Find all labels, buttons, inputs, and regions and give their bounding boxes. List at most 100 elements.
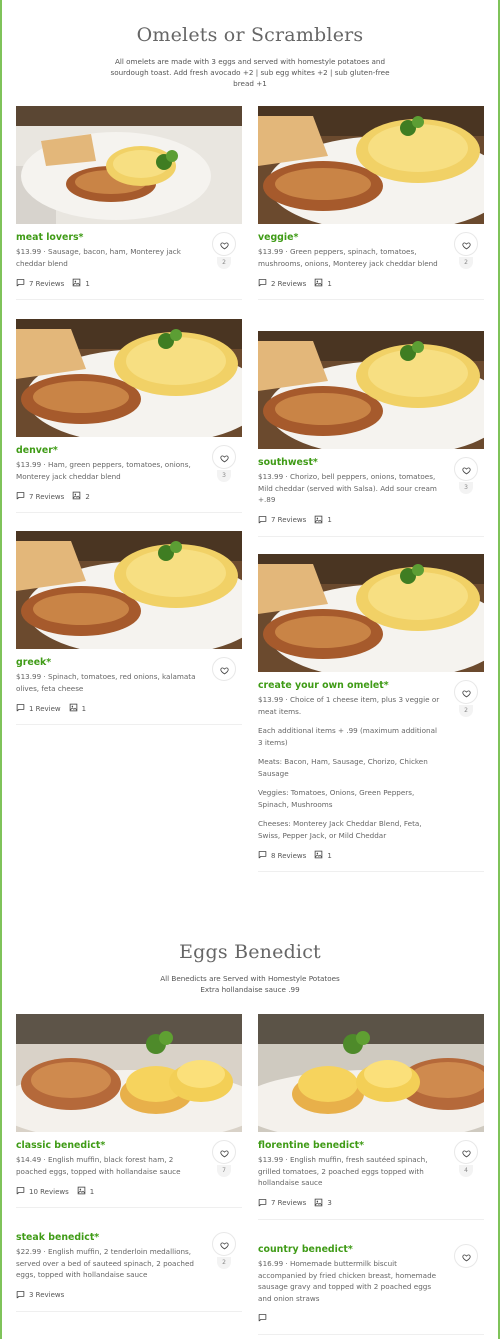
menu-item-photo[interactable]	[258, 554, 484, 672]
menu-item-photo[interactable]	[16, 1014, 242, 1132]
heart-icon	[461, 1247, 471, 1266]
reviews-link[interactable]: 7 Reviews	[16, 278, 64, 289]
photos-link[interactable]: 1	[314, 850, 332, 861]
reviews-link[interactable]: 7 Reviews	[258, 515, 306, 526]
favorite-count: 2	[217, 257, 231, 269]
heart-icon	[461, 1143, 471, 1162]
reviews-count[interactable]: 3 Reviews	[29, 1291, 64, 1299]
favorite-button[interactable]	[454, 232, 478, 256]
reviews-count[interactable]: 8 Reviews	[271, 852, 306, 860]
photos-link[interactable]: 1	[314, 515, 332, 526]
menu-item-name[interactable]: greek*	[16, 657, 242, 669]
menu-item-meta: 7 Reviews 3	[258, 1198, 484, 1220]
favorite-button[interactable]	[454, 680, 478, 704]
menu-item-name[interactable]: country benedict*	[258, 1244, 484, 1256]
menu-item-name[interactable]: steak benedict*	[16, 1232, 242, 1244]
photos-link[interactable]: 3	[314, 1198, 332, 1209]
photos-link[interactable]: 1	[314, 278, 332, 289]
menu-item-photo[interactable]	[258, 106, 484, 224]
menu-item-name[interactable]: southwest*	[258, 457, 484, 469]
image-icon	[69, 703, 78, 714]
menu-item-photo[interactable]	[16, 319, 242, 437]
favorite-button[interactable]	[212, 657, 236, 681]
menu-item-photo[interactable]	[16, 531, 242, 649]
reviews-link[interactable]: 7 Reviews	[258, 1198, 306, 1209]
reviews-count[interactable]: 7 Reviews	[271, 516, 306, 524]
favorite-button[interactable]	[212, 1232, 236, 1256]
menu-item-card[interactable]: country benedict* $16.99 · Homemade butte…	[258, 1236, 484, 1335]
menu-item-card[interactable]: southwest* $13.99 · Chorizo, bell peppers…	[258, 331, 484, 537]
menu-item-description: $22.99 · English muffin, 2 tenderloin me…	[16, 1246, 198, 1281]
reviews-link[interactable]: 10 Reviews	[16, 1186, 69, 1197]
menu-item-name[interactable]: classic benedict*	[16, 1140, 242, 1152]
photos-link[interactable]: 1	[77, 1186, 94, 1197]
reviews-link[interactable]	[258, 1313, 267, 1324]
menu-item-photo[interactable]	[258, 1014, 484, 1132]
menu-item-photo[interactable]	[16, 106, 242, 224]
photos-count[interactable]: 1	[327, 280, 331, 288]
photos-count[interactable]: 1	[82, 705, 86, 713]
heart-icon	[219, 1143, 229, 1162]
favorite-button[interactable]	[454, 1140, 478, 1164]
menu-item-name[interactable]: denver*	[16, 445, 242, 457]
reviews-count[interactable]: 7 Reviews	[271, 1199, 306, 1207]
menu-item-name[interactable]: florentine benedict*	[258, 1140, 484, 1152]
reviews-link[interactable]: 7 Reviews	[16, 491, 64, 502]
menu-item-card[interactable]: create your own omelet* $13.99 · Choice o…	[258, 554, 484, 872]
reviews-count[interactable]: 7 Reviews	[29, 280, 64, 288]
section-description: All omelets are made with 3 eggs and ser…	[110, 57, 390, 88]
favorite-button[interactable]	[212, 1140, 236, 1164]
menu-item-card[interactable]: meat lovers* $13.99 · Sausage, bacon, ham…	[16, 106, 242, 300]
photos-count[interactable]: 1	[85, 280, 89, 288]
image-icon	[314, 1198, 323, 1209]
menu-item-description: $13.99 · English muffin, fresh sautéed s…	[258, 1154, 440, 1189]
menu-item-meta: 7 Reviews 2	[16, 491, 242, 513]
menu-item-name[interactable]: meat lovers*	[16, 232, 242, 244]
menu-item-info: steak benedict* $22.99 · English muffin, …	[16, 1224, 242, 1312]
menu-item-card[interactable]: denver* $13.99 · Ham, green peppers, toma…	[16, 319, 242, 513]
comment-icon	[16, 703, 25, 714]
reviews-count[interactable]: 2 Reviews	[271, 280, 306, 288]
description-paragraph: Each additional items + .99 (maximum add…	[258, 726, 438, 747]
menu-item-name[interactable]: veggie*	[258, 232, 484, 244]
menu-item-name[interactable]: create your own omelet*	[258, 680, 484, 692]
menu-item-meta: 10 Reviews 1	[16, 1186, 242, 1208]
photos-count[interactable]: 1	[327, 852, 331, 860]
menu-item-card[interactable]: classic benedict* $14.49 · English muffin…	[16, 1014, 242, 1208]
photos-count[interactable]: 3	[327, 1199, 331, 1207]
favorite-button[interactable]	[212, 445, 236, 469]
reviews-link[interactable]: 1 Review	[16, 703, 61, 714]
benedict-section-header: Eggs Benedict All Benedicts are Served w…	[0, 941, 500, 995]
favorite-button[interactable]	[454, 1244, 478, 1268]
favorite-button[interactable]	[212, 232, 236, 256]
menu-item-meta: 7 Reviews 1	[258, 515, 484, 537]
reviews-count[interactable]: 1 Review	[29, 705, 61, 713]
reviews-count[interactable]: 10 Reviews	[29, 1188, 69, 1196]
reviews-link[interactable]: 2 Reviews	[258, 278, 306, 289]
menu-item-photo[interactable]	[258, 331, 484, 449]
favorite-count: 3	[217, 470, 231, 482]
menu-item-description: $13.99 · Spinach, tomatoes, red onions, …	[16, 671, 198, 694]
heart-icon	[461, 235, 471, 254]
photos-link[interactable]: 1	[69, 703, 86, 714]
favorite-count: 3	[459, 482, 473, 494]
reviews-link[interactable]: 8 Reviews	[258, 850, 306, 861]
photos-link[interactable]: 1	[72, 278, 90, 289]
menu-item-card[interactable]: florentine benedict* $13.99 · English muf…	[258, 1014, 484, 1220]
menu-item-info: classic benedict* $14.49 · English muffin…	[16, 1132, 242, 1208]
favorite-button[interactable]	[454, 457, 478, 481]
heart-icon	[219, 448, 229, 467]
reviews-link[interactable]: 3 Reviews	[16, 1290, 64, 1301]
photos-link[interactable]: 2	[72, 491, 90, 502]
menu-item-card[interactable]: steak benedict* $22.99 · English muffin, …	[16, 1224, 242, 1312]
photos-count[interactable]: 1	[327, 516, 331, 524]
menu-item-description: $13.99 · Chorizo, bell peppers, onions, …	[258, 471, 440, 506]
description-paragraph: $13.99 · Chorizo, bell peppers, onions, …	[258, 472, 437, 504]
menu-item-card[interactable]: greek* $13.99 · Spinach, tomatoes, red on…	[16, 531, 242, 725]
photos-count[interactable]: 1	[90, 1188, 94, 1196]
photos-count[interactable]: 2	[85, 493, 89, 501]
reviews-count[interactable]: 7 Reviews	[29, 493, 64, 501]
description-paragraph: Veggies: Tomatoes, Onions, Green Peppers…	[258, 788, 415, 809]
description-paragraph: $13.99 · Green peppers, spinach, tomatoe…	[258, 247, 438, 268]
menu-item-card[interactable]: veggie* $13.99 · Green peppers, spinach, …	[258, 106, 484, 300]
